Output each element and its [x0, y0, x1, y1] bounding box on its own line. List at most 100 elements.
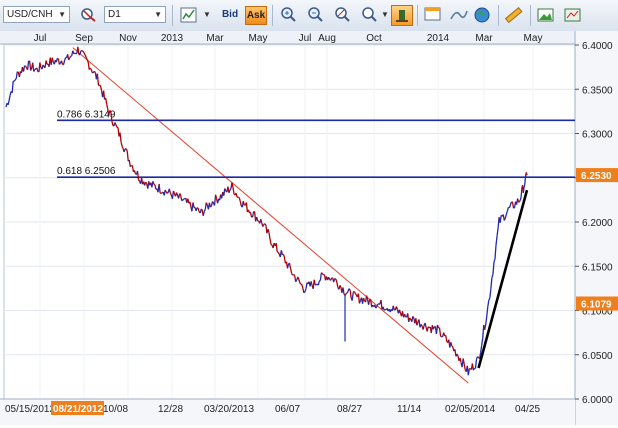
price-segment: [69, 58, 70, 60]
price-segment: [329, 277, 330, 279]
top-time-label: Jul: [299, 33, 312, 44]
price-segment: [457, 354, 458, 356]
price-segment: [85, 55, 86, 58]
globe-button[interactable]: [472, 5, 494, 26]
chart-window-button[interactable]: [422, 5, 444, 26]
price-segment: [170, 193, 171, 195]
top-time-label: Jul: [34, 33, 47, 44]
secondary-price-tag: 6.1079: [581, 300, 612, 311]
price-segment: [452, 346, 453, 347]
top-time-label: 2013: [161, 33, 184, 44]
ruler-button[interactable]: [503, 5, 525, 26]
chart-style-button[interactable]: [178, 5, 200, 26]
top-time-label: Oct: [366, 33, 382, 44]
draw-tool-icon: [332, 5, 354, 26]
price-segment: [57, 58, 58, 59]
price-segment: [146, 182, 147, 183]
bottom-date-label: 12/28: [158, 404, 183, 415]
draw-tool-button[interactable]: [332, 5, 354, 26]
price-segment: [278, 252, 279, 254]
price-segment: [347, 291, 348, 293]
zoom-in-button[interactable]: [278, 5, 300, 26]
top-time-label: Mar: [475, 33, 493, 44]
price-segment: [521, 188, 522, 197]
price-chart[interactable]: JulSepNov2013MarMayJulAugOct2014MarMay6.…: [0, 31, 618, 425]
price-segment: [110, 111, 111, 112]
zoom-out-icon: [305, 5, 327, 26]
selected-date-label: 08/21/2012: [53, 404, 103, 415]
crosshair-button[interactable]: [391, 5, 413, 26]
price-tick-label: 6.3000: [582, 130, 613, 141]
price-segment: [321, 273, 322, 274]
price-segment: [139, 180, 140, 182]
price-segment: [210, 206, 211, 207]
image-export-button[interactable]: [535, 5, 557, 26]
bottom-date-label: 04/25: [515, 404, 540, 415]
price-segment: [520, 200, 521, 201]
toolbar-divider: [498, 5, 499, 26]
bottom-date-label: 10/08: [103, 404, 128, 415]
ruler-icon: [503, 5, 525, 26]
symbol-search-button[interactable]: [78, 5, 100, 26]
price-segment: [90, 68, 91, 69]
zoom-in-icon: [278, 5, 300, 26]
price-segment: [355, 294, 356, 295]
ask-toggle[interactable]: Ask: [245, 6, 267, 25]
price-tick-label: 6.0500: [582, 351, 613, 362]
bid-toggle[interactable]: Bid: [219, 6, 241, 25]
price-tick-label: 6.2000: [582, 218, 613, 229]
price-segment: [524, 185, 525, 188]
print-icon: [562, 5, 584, 26]
price-segment: [76, 53, 77, 54]
price-segment: [478, 357, 479, 358]
bottom-date-label: 05/15/2012: [5, 404, 55, 415]
price-segment: [377, 304, 378, 306]
zoom-out-button[interactable]: [305, 5, 327, 26]
price-segment: [433, 327, 434, 330]
price-segment: [201, 209, 202, 210]
current-price-tag: 6.2530: [581, 171, 612, 182]
price-segment: [204, 209, 205, 211]
top-time-label: Sep: [75, 33, 93, 44]
price-segment: [322, 274, 323, 275]
chart-canvas[interactable]: JulSepNov2013MarMayJulAugOct2014MarMay6.…: [0, 31, 618, 425]
crosshair-icon: [392, 6, 412, 25]
chart-window-icon: [422, 5, 444, 26]
zoom-range-button[interactable]: [359, 5, 381, 26]
toolbar-divider: [172, 5, 173, 26]
top-time-label: May: [249, 33, 268, 44]
price-segment: [265, 224, 266, 225]
price-segment: [296, 280, 297, 282]
top-time-label: Nov: [119, 33, 137, 44]
price-segment: [94, 71, 95, 72]
print-button[interactable]: [562, 5, 584, 26]
fib-level-label: 0.786 6.3149: [57, 109, 116, 120]
bottom-date-label: 03/20/2013: [204, 404, 254, 415]
price-segment: [304, 292, 305, 293]
timeframe-value: D1: [108, 9, 121, 20]
price-segment: [87, 60, 88, 62]
top-time-label: 2014: [427, 33, 450, 44]
indicator-button[interactable]: [448, 5, 470, 26]
chart-style-icon: [178, 5, 200, 26]
symbol-search-icon: [78, 5, 100, 26]
price-segment: [230, 188, 231, 190]
price-segment: [271, 244, 272, 245]
price-segment: [213, 202, 214, 204]
top-time-label: Mar: [206, 33, 224, 44]
price-segment: [35, 69, 36, 70]
price-segment: [300, 283, 301, 284]
price-segment: [298, 277, 299, 279]
price-segment: [122, 146, 123, 148]
price-segment: [26, 66, 27, 68]
chevron-down-icon: ▼: [58, 7, 66, 22]
price-segment: [100, 85, 101, 86]
indicator-icon: [448, 5, 470, 26]
price-segment: [294, 275, 295, 276]
timeframe-dropdown[interactable]: D1 ▼: [104, 6, 166, 23]
globe-icon: [472, 5, 494, 26]
price-segment: [346, 293, 347, 294]
price-segment: [59, 63, 60, 64]
price-segment: [519, 201, 520, 202]
symbol-dropdown[interactable]: USD/CNH ▼: [3, 6, 70, 23]
